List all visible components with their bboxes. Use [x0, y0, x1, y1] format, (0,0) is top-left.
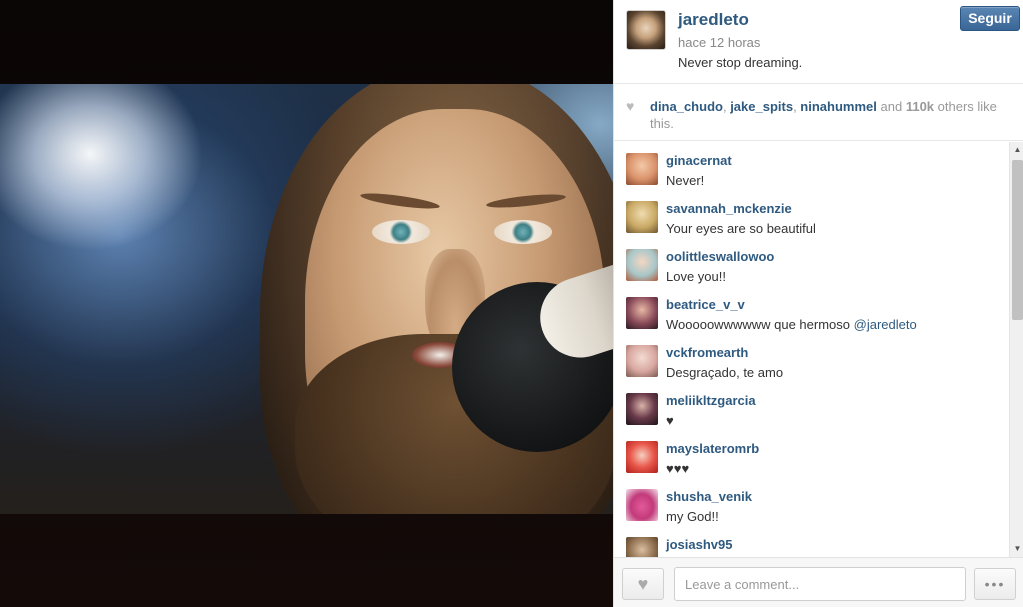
- comments-scrollbar[interactable]: ▲ ▼: [1009, 142, 1023, 557]
- photo-eye: [372, 220, 430, 244]
- comments-list: ginacernat Never! savannah_mckenzie Your…: [614, 142, 1023, 557]
- avatar[interactable]: [626, 441, 658, 473]
- post-side-panel: jaredleto hace 12 horas Never stop dream…: [613, 0, 1023, 607]
- comment-item: josiashv95: [614, 526, 1009, 557]
- post-timestamp: hace 12 horas: [678, 35, 761, 50]
- comment-text: Wooooowwwwww que hermoso @jaredleto: [666, 317, 917, 332]
- comment-username[interactable]: oolittleswallowoo: [666, 249, 774, 264]
- like-user-link[interactable]: jake_spits: [730, 99, 793, 114]
- like-button[interactable]: ♥: [622, 568, 664, 600]
- comment-item: meliikltzgarcia ♥: [614, 382, 1009, 430]
- comment-item: mayslateromrb ♥♥♥: [614, 430, 1009, 478]
- comment-item: savannah_mckenzie Your eyes are so beaut…: [614, 190, 1009, 238]
- avatar[interactable]: [626, 10, 666, 50]
- likes-and-text: and: [880, 99, 903, 114]
- heart-icon: ♥: [637, 574, 649, 594]
- scroll-up-arrow-icon[interactable]: ▲: [1010, 144, 1023, 156]
- more-options-button[interactable]: •••: [974, 568, 1016, 600]
- comment-text: ♥: [666, 413, 674, 428]
- post-caption: Never stop dreaming.: [678, 55, 803, 70]
- comment-username[interactable]: beatrice_v_v: [666, 297, 745, 312]
- comment-item: beatrice_v_v Wooooowwwwww que hermoso @j…: [614, 286, 1009, 334]
- comment-username[interactable]: shusha_venik: [666, 489, 752, 504]
- follow-button[interactable]: Seguir: [960, 6, 1020, 31]
- comment-text: Never!: [666, 173, 705, 188]
- avatar[interactable]: [626, 201, 658, 233]
- photo-eye: [494, 220, 552, 244]
- avatar[interactable]: [626, 393, 658, 425]
- scroll-down-arrow-icon[interactable]: ▼: [1010, 543, 1023, 555]
- comment-text: my God!!: [666, 509, 719, 524]
- comment-input[interactable]: [674, 567, 966, 601]
- owner-username[interactable]: jaredleto: [678, 10, 749, 30]
- comment-text: Desgraçado, te amo: [666, 365, 784, 380]
- scroll-thumb[interactable]: [1012, 160, 1023, 320]
- like-user-link[interactable]: dina_chudo: [650, 99, 723, 114]
- avatar[interactable]: [626, 345, 658, 377]
- comment-item: ginacernat Never!: [614, 142, 1009, 190]
- comment-username[interactable]: mayslateromrb: [666, 441, 759, 456]
- comment-text: Love you!!: [666, 269, 726, 284]
- avatar[interactable]: [626, 153, 658, 185]
- likes-summary: dina_chudo, jake_spits, ninahummel and 1…: [650, 99, 997, 131]
- avatar[interactable]: [626, 537, 658, 557]
- comment-text: ♥♥♥: [666, 461, 690, 476]
- heart-icon: ♥: [626, 98, 635, 114]
- avatar[interactable]: [626, 249, 658, 281]
- avatar[interactable]: [626, 489, 658, 521]
- comment-text-body: Wooooowwwwww que hermoso: [666, 317, 854, 332]
- comment-username[interactable]: ginacernat: [666, 153, 732, 168]
- like-user-link[interactable]: ninahummel: [800, 99, 877, 114]
- comment-item: vckfromearth Desgraçado, te amo: [614, 334, 1009, 382]
- likes-count[interactable]: 110k: [906, 99, 934, 114]
- mention-link[interactable]: @jaredleto: [854, 317, 917, 332]
- comment-item: shusha_venik my God!!: [614, 478, 1009, 526]
- post-header: jaredleto hace 12 horas Never stop dream…: [614, 0, 1023, 84]
- photo-panel: [0, 0, 613, 607]
- avatar[interactable]: [626, 297, 658, 329]
- comment-item: oolittleswallowoo Love you!!: [614, 238, 1009, 286]
- post-photo[interactable]: [0, 84, 613, 514]
- comment-text: Your eyes are so beautiful: [666, 221, 816, 236]
- comment-footer: ♥ •••: [614, 557, 1023, 607]
- comment-username[interactable]: meliikltzgarcia: [666, 393, 756, 408]
- comment-username[interactable]: josiashv95: [666, 537, 733, 552]
- likes-section: ♥ dina_chudo, jake_spits, ninahummel and…: [614, 85, 1023, 141]
- comment-username[interactable]: vckfromearth: [666, 345, 748, 360]
- comment-username[interactable]: savannah_mckenzie: [666, 201, 792, 216]
